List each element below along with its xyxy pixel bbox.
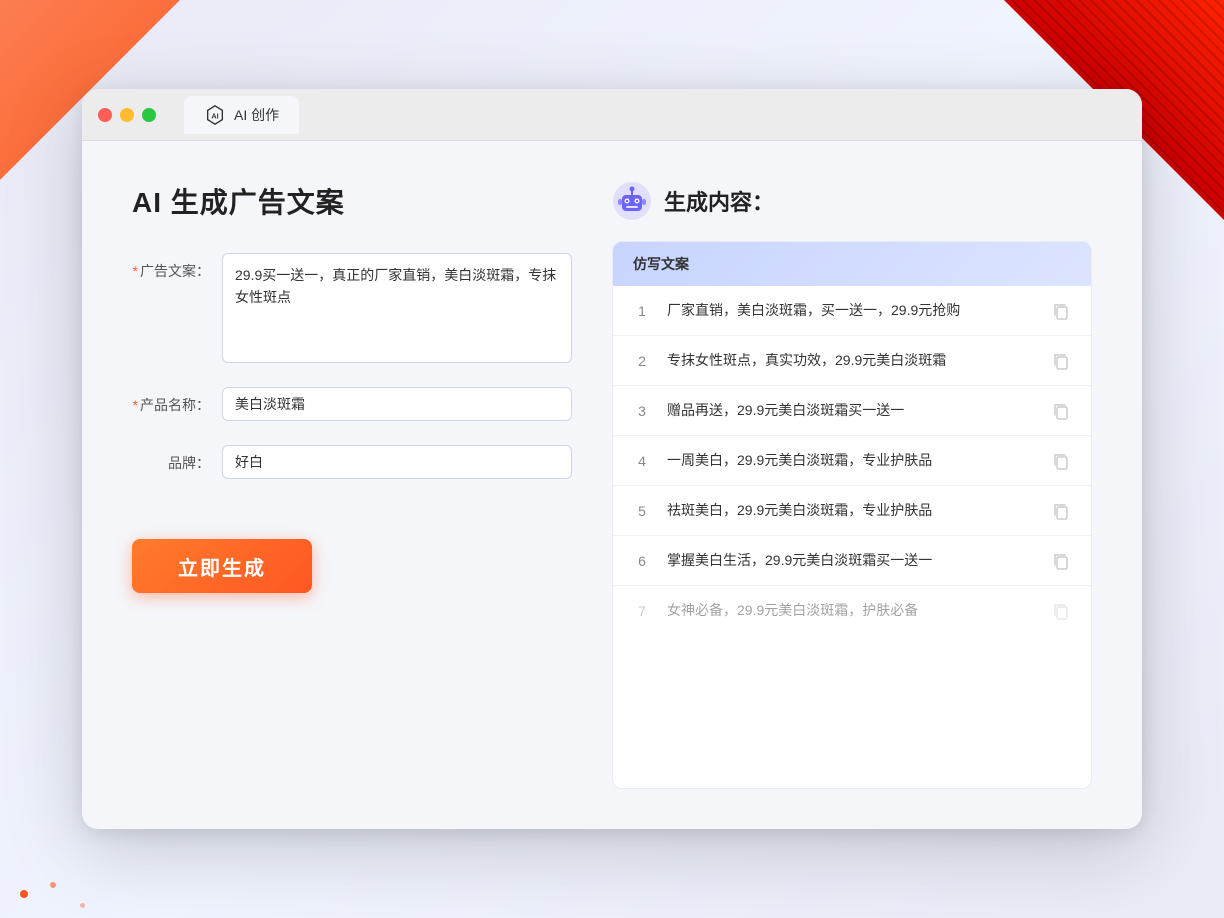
row-text: 专抹女性斑点，真实功效，29.9元美白淡斑霜 [667,350,1035,371]
row-number: 6 [633,553,651,569]
copy-icon[interactable] [1051,601,1071,621]
result-row: 4 一周美白，29.9元美白淡斑霜，专业护肤品 [613,436,1091,486]
copy-icon[interactable] [1051,351,1071,371]
result-row: 3 赠品再送，29.9元美白淡斑霜买一送一 [613,386,1091,436]
row-number: 1 [633,303,651,319]
browser-content: AI 生成广告文案 *广告文案： 29.9买一送一，真正的厂家直销，美白淡斑霜，… [82,141,1142,829]
brand-label: 品牌： [132,445,222,473]
result-rows-container: 1 厂家直销，美白淡斑霜，买一送一，29.9元抢购 2 专抹女性斑点，真实功效，… [613,286,1091,635]
result-table-header: 仿写文案 [613,242,1091,286]
copy-icon[interactable] [1051,501,1071,521]
result-row: 1 厂家直销，美白淡斑霜，买一送一，29.9元抢购 [613,286,1091,336]
generate-button[interactable]: 立即生成 [132,539,312,593]
ad-required-star: * [133,263,138,279]
row-text: 掌握美白生活，29.9元美白淡斑霜买一送一 [667,550,1035,571]
result-row: 2 专抹女性斑点，真实功效，29.9元美白淡斑霜 [613,336,1091,386]
copy-icon[interactable] [1051,301,1071,321]
row-text: 女神必备，29.9元美白淡斑霜，护肤必备 [667,600,1035,621]
product-name-row: *产品名称： [132,387,572,421]
row-text: 赠品再送，29.9元美白淡斑霜买一送一 [667,400,1035,421]
left-panel: AI 生成广告文案 *广告文案： 29.9买一送一，真正的厂家直销，美白淡斑霜，… [132,181,572,789]
result-row: 5 祛斑美白，29.9元美白淡斑霜，专业护肤品 [613,486,1091,536]
corner-decoration-bl [0,818,160,918]
ad-copy-label: *广告文案： [132,253,222,281]
row-number: 2 [633,353,651,369]
ad-copy-row: *广告文案： 29.9买一送一，真正的厂家直销，美白淡斑霜，专抹女性斑点 [132,253,572,363]
copy-icon[interactable] [1051,401,1071,421]
browser-chrome: AI AI 创作 [82,89,1142,141]
result-row: 7 女神必备，29.9元美白淡斑霜，护肤必备 [613,586,1091,635]
product-name-label: *产品名称： [132,387,222,415]
traffic-lights [98,108,156,122]
product-name-input[interactable] [222,387,572,421]
row-number: 4 [633,453,651,469]
row-number: 3 [633,403,651,419]
page-title: AI 生成广告文案 [132,181,572,221]
ai-tab-icon: AI [204,104,226,126]
robot-icon [612,181,652,221]
browser-window: AI AI 创作 AI 生成广告文案 *广告文案： 29.9买一送一，真正的厂家… [82,89,1142,829]
ad-copy-input[interactable]: 29.9买一送一，真正的厂家直销，美白淡斑霜，专抹女性斑点 [222,253,572,363]
brand-row: 品牌： [132,445,572,479]
close-button[interactable] [98,108,112,122]
brand-input[interactable] [222,445,572,479]
copy-icon[interactable] [1051,551,1071,571]
row-text: 祛斑美白，29.9元美白淡斑霜，专业护肤品 [667,500,1035,521]
right-panel: 生成内容： 仿写文案 1 厂家直销，美白淡斑霜，买一送一，29.9元抢购 2 专… [612,181,1092,789]
copy-icon[interactable] [1051,451,1071,471]
result-title: 生成内容： [664,185,774,217]
tab-title: AI 创作 [234,105,279,125]
row-text: 一周美白，29.9元美白淡斑霜，专业护肤品 [667,450,1035,471]
browser-tab[interactable]: AI AI 创作 [184,96,299,134]
product-required-star: * [133,397,138,413]
result-row: 6 掌握美白生活，29.9元美白淡斑霜买一送一 [613,536,1091,586]
svg-text:AI: AI [211,111,218,120]
minimize-button[interactable] [120,108,134,122]
row-number: 5 [633,503,651,519]
result-table: 仿写文案 1 厂家直销，美白淡斑霜，买一送一，29.9元抢购 2 专抹女性斑点，… [612,241,1092,789]
row-text: 厂家直销，美白淡斑霜，买一送一，29.9元抢购 [667,300,1035,321]
row-number: 7 [633,603,651,619]
maximize-button[interactable] [142,108,156,122]
result-header: 生成内容： [612,181,1092,221]
